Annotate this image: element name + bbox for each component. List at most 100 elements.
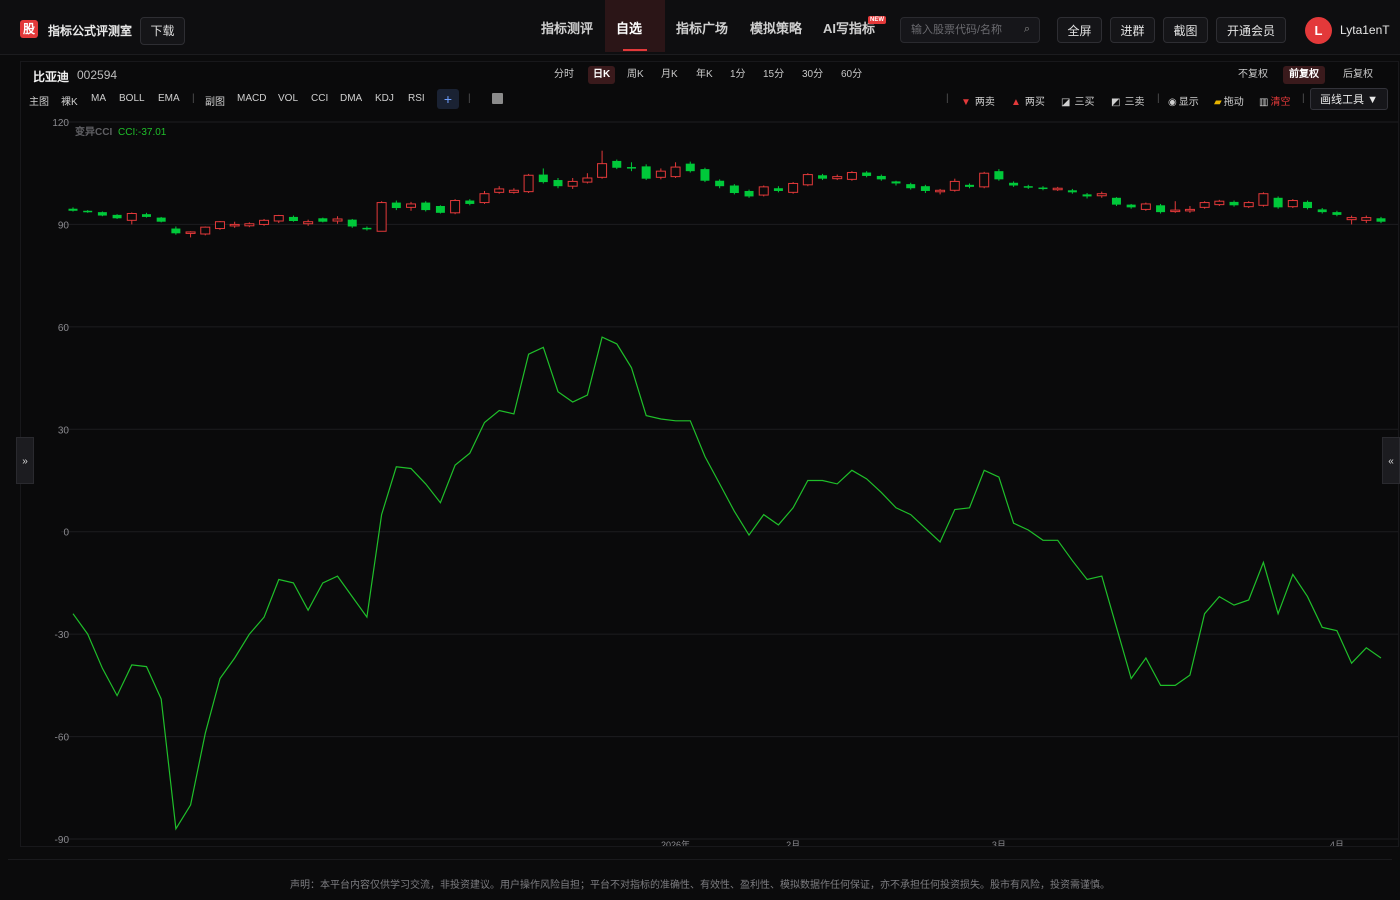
candle-body — [362, 227, 372, 230]
candle-body — [1214, 200, 1225, 206]
candle-body — [83, 210, 93, 213]
footer-divider — [8, 859, 1392, 860]
stock-search-input[interactable] — [901, 18, 1021, 42]
candle-body — [715, 180, 725, 187]
candle-body — [700, 169, 710, 181]
candle-body — [1038, 187, 1048, 190]
candle-body — [685, 163, 695, 172]
candle-body — [626, 167, 636, 169]
candle-body — [964, 184, 974, 187]
candle-body — [244, 223, 255, 227]
candle-body — [1273, 197, 1283, 208]
y-tick-label: 30 — [58, 425, 70, 436]
download-button[interactable]: 下载 — [140, 17, 185, 45]
cci-series-line — [72, 336, 1382, 831]
candle-body — [862, 172, 872, 176]
candle-body — [1332, 212, 1342, 215]
candle-body — [935, 189, 946, 193]
indicator-value-label: CCI:-37.01 — [118, 127, 167, 138]
candle-body — [391, 202, 401, 209]
candle-body — [1023, 186, 1033, 188]
candle-body — [1287, 200, 1298, 208]
candle-body — [465, 200, 475, 204]
candle-body — [508, 189, 519, 193]
candle-body — [729, 185, 739, 194]
candle-body — [582, 177, 593, 183]
candle-body — [141, 214, 151, 217]
candle-body — [126, 213, 137, 221]
candle-body — [818, 175, 828, 179]
y-tick-label: -30 — [55, 630, 70, 641]
screenshot-button[interactable]: 截图 — [1163, 17, 1208, 43]
candle-body — [1096, 193, 1107, 197]
search-icon[interactable]: ⌕ — [1024, 23, 1030, 36]
x-tick-label: 2026年 — [661, 839, 690, 846]
candle-body — [318, 218, 328, 222]
username[interactable]: Lyta1enT — [1340, 23, 1390, 37]
candle-body — [949, 180, 960, 191]
candle-body — [259, 219, 270, 225]
membership-button[interactable]: 开通会员 — [1216, 17, 1286, 43]
candle-body — [273, 215, 284, 222]
candle-body — [1170, 209, 1181, 213]
y-tick-label: -60 — [55, 733, 70, 744]
nav-indicator-square[interactable]: 指标广场 — [665, 0, 739, 52]
y-tick-label: 120 — [52, 118, 69, 129]
candle-body — [68, 208, 78, 211]
candle-body — [758, 186, 769, 196]
new-badge: NEW — [868, 16, 886, 24]
candle-body — [97, 212, 107, 216]
candle-body — [1082, 194, 1092, 197]
candle-body — [553, 180, 563, 187]
candle-body — [1140, 203, 1151, 210]
expand-right-button[interactable]: « — [1382, 437, 1400, 484]
chart-panel: 比亚迪 002594 分时 日K 周K 月K 年K 1分 15分 30分 60分… — [20, 61, 1399, 847]
candle-body — [494, 188, 505, 193]
candle-body — [641, 166, 651, 179]
candle-body — [1376, 218, 1386, 222]
avatar[interactable]: L — [1305, 17, 1332, 44]
candle-body — [185, 231, 196, 234]
candle-body — [979, 172, 990, 188]
nav-ai-indicator[interactable]: AI写指标 NEW — [812, 0, 888, 52]
brand-name[interactable]: 指标公式评测室 — [48, 22, 132, 39]
y-tick-label: -90 — [55, 835, 70, 846]
candle-body — [788, 182, 799, 193]
stock-search-box[interactable]: ⌕ — [900, 17, 1040, 43]
candle-body — [567, 180, 578, 187]
candle-body — [1243, 202, 1254, 208]
expand-left-button[interactable]: » — [16, 437, 34, 484]
nav-watchlist[interactable]: 自选股 — [605, 0, 665, 94]
candle-body — [1361, 217, 1372, 221]
logo-icon[interactable]: 股 — [20, 20, 38, 38]
candle-body — [744, 190, 754, 197]
candle-body — [670, 166, 681, 178]
candle-body — [920, 186, 930, 191]
top-navbar: 股 指标公式评测室 下载 指标测评 自选股 指标广场 模拟策略 AI写指标 NE… — [0, 0, 1400, 94]
y-tick-label: 0 — [63, 528, 69, 539]
disclaimer-text: 声明：本平台内容仅供学习交流，非投资建议。用户操作风险自担；平台不对指标的准确性… — [290, 880, 1110, 891]
candle-body — [229, 223, 240, 227]
nav-ai-indicator-label: AI写指标 — [823, 21, 876, 36]
nav-sim-strategy[interactable]: 模拟策略 — [739, 0, 813, 52]
candle-body — [112, 214, 122, 219]
candle-body — [1009, 182, 1019, 186]
candle-body — [1258, 193, 1269, 206]
candle-body — [406, 203, 417, 208]
x-tick-label: 4月 — [1330, 840, 1344, 846]
candle-body — [1199, 202, 1210, 208]
cci-chart[interactable]: 120 90 60 30 0 -30 -60 -90 2026年 2月 3月 4月 变异CCI CCI:-… — [21, 62, 1398, 846]
join-group-button[interactable]: 进群 — [1110, 17, 1155, 43]
candle-body — [891, 181, 901, 184]
candle-body — [538, 174, 548, 183]
candle-body — [773, 188, 783, 191]
fullscreen-button[interactable]: 全屏 — [1057, 17, 1102, 43]
candle-body — [994, 171, 1004, 180]
candle-body — [450, 200, 461, 214]
candle-body — [376, 202, 387, 232]
candle-body — [347, 219, 357, 227]
candle-body — [846, 172, 857, 180]
candle-body — [876, 175, 886, 180]
nav-indicator-review[interactable]: 指标测评 — [530, 0, 604, 52]
candle-body — [612, 160, 622, 168]
